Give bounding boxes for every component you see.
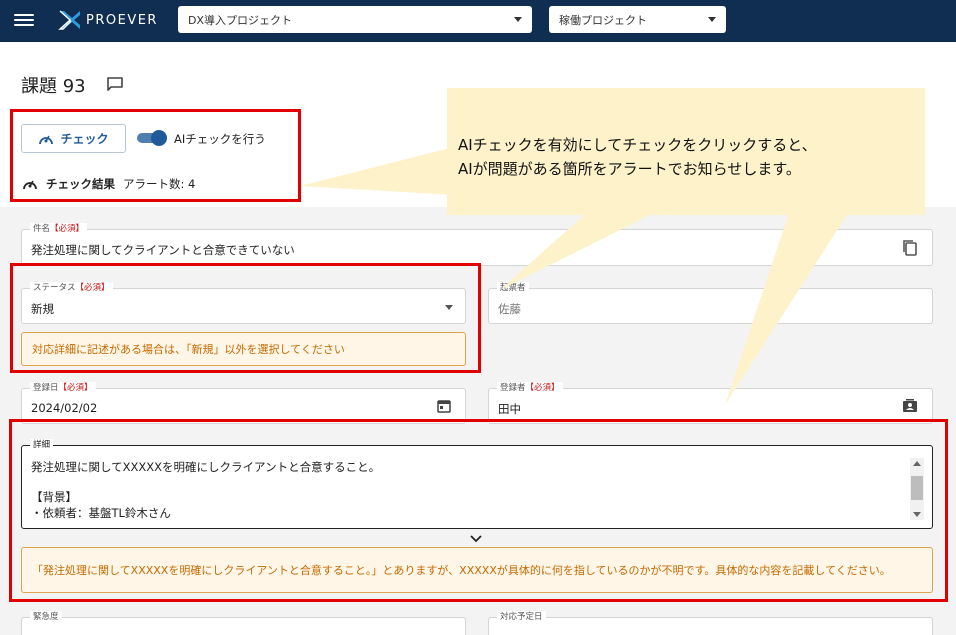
callout-text: AIチェックを有効にしてチェックをクリックすると、 AIが問題がある箇所をアラー… [458, 133, 918, 181]
callout-line-2: AIが問題がある箇所をアラートでお知らせします。 [458, 160, 801, 178]
callout-line-1: AIチェックを有効にしてチェックをクリックすると、 [458, 136, 817, 154]
